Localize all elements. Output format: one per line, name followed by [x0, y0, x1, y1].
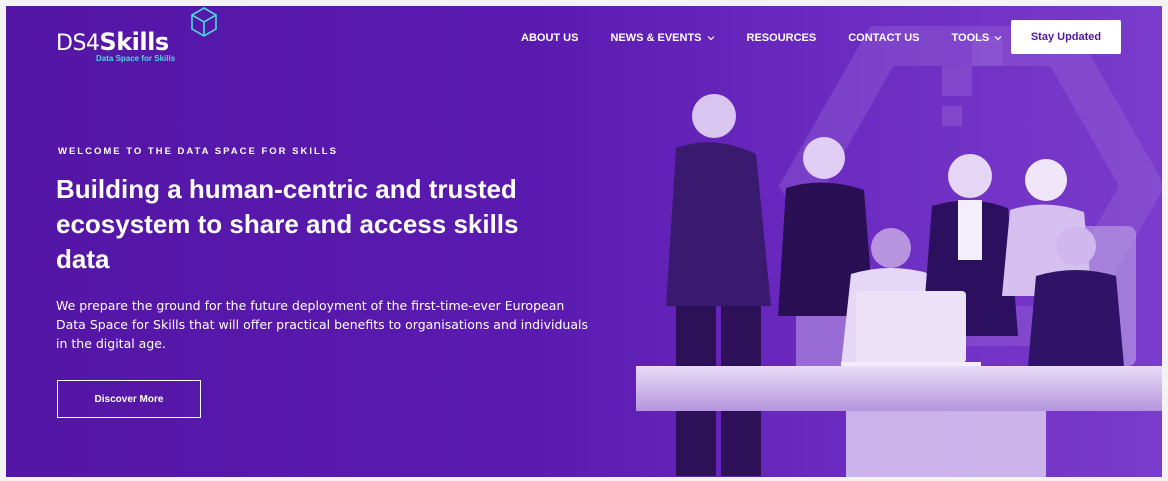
logo-brand-light: DS4: [56, 31, 100, 56]
hero-description: We prepare the ground for the future dep…: [56, 298, 588, 351]
nav-resources[interactable]: RESOURCES: [747, 32, 817, 44]
hero-section: DS4Skills Data Space for Skills ABOUT US…: [6, 6, 1162, 477]
nav-tools[interactable]: TOOLS: [952, 32, 1003, 44]
hero-headline: Building a human-centric and trusted eco…: [56, 174, 519, 274]
nav-label: ABOUT US: [521, 32, 579, 44]
stay-updated-button[interactable]: Stay Updated: [1011, 20, 1121, 54]
nav-label: RESOURCES: [746, 32, 817, 44]
logo-tagline: Data Space for Skills: [96, 54, 176, 63]
hero-team-photo: [636, 94, 1162, 477]
nav-label: NEWS & EVENTS: [610, 32, 702, 44]
cube-icon: [191, 7, 217, 37]
main-nav: ABOUT US NEWS & EVENTS RESOURCES CONTACT…: [521, 32, 1034, 44]
hero-eyebrow: WELCOME TO THE DATA SPACE FOR SKILLS: [58, 146, 338, 157]
logo-brand-bold: Skills: [99, 28, 169, 56]
site-header: DS4Skills Data Space for Skills ABOUT US…: [6, 6, 1162, 74]
nav-label: CONTACT US: [848, 32, 920, 44]
site-logo[interactable]: DS4Skills Data Space for Skills: [56, 6, 226, 68]
logo-wordmark: DS4Skills: [56, 28, 169, 56]
chevron-down-icon: [707, 36, 714, 41]
nav-label: TOOLS: [951, 32, 990, 44]
nav-about-us[interactable]: ABOUT US: [521, 32, 578, 44]
chevron-down-icon: [994, 36, 1002, 41]
nav-news-events[interactable]: NEWS & EVENTS: [610, 32, 714, 44]
nav-contact-us[interactable]: CONTACT US: [848, 32, 919, 44]
discover-more-button[interactable]: Discover More: [57, 380, 201, 418]
